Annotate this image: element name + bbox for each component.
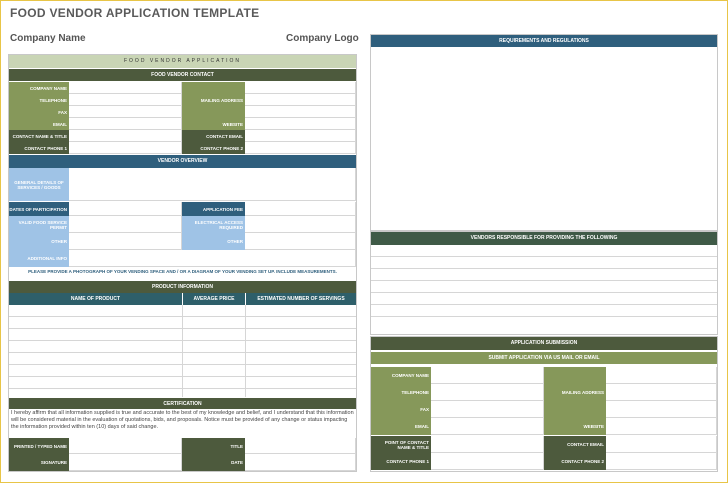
submission-heading: APPLICATION SUBMISSION (371, 337, 717, 350)
signature-label: SIGNATURE (9, 454, 69, 471)
contact-name-title-field[interactable] (69, 130, 182, 142)
contact-email-field[interactable] (69, 118, 182, 130)
contact-phone-2-label: CONTACT PHONE 2 (182, 142, 245, 154)
certification-text: I hereby affirm that all information sup… (11, 410, 354, 430)
food-service-field[interactable] (69, 216, 182, 233)
contact-website-field[interactable] (245, 118, 356, 130)
contact-phone-1-label: CONTACT PHONE 1 (9, 142, 69, 154)
page-title: FOOD VENDOR APPLICATION TEMPLATE (10, 6, 260, 20)
contact-website-label: WEBSITE (182, 118, 245, 130)
sub-email-label: EMAIL (371, 418, 431, 435)
sub-website-label: WEBSITE (544, 418, 606, 435)
photo-note: PLEASE PROVIDE A PHOTOGRAPH OF YOUR VEND… (28, 269, 337, 274)
printed-name-field[interactable] (69, 438, 182, 454)
certification-heading: CERTIFICATION (9, 398, 356, 409)
submission-subheading: SUBMIT APPLICATION VIA US MAIL OR EMAIL (371, 352, 717, 364)
contact-phone-2-field[interactable] (245, 142, 356, 154)
sub-contact-phone-1-label: CONTACT PHONE 1 (371, 453, 431, 470)
title-field[interactable] (245, 438, 356, 454)
signature-field[interactable] (69, 454, 182, 471)
contact-heading: FOOD VENDOR CONTACT (9, 69, 356, 81)
col-product-name: NAME OF PRODUCT (9, 293, 182, 305)
title-label: TITLE (182, 438, 245, 454)
sub-telephone-field[interactable] (431, 384, 544, 401)
requirements-field[interactable] (371, 47, 717, 230)
company-logo: Company Logo (286, 33, 359, 44)
sub-telephone-label: TELEPHONE (371, 384, 431, 401)
vendors-responsible-list[interactable] (371, 245, 717, 334)
contact-mailing-field-1[interactable] (245, 82, 356, 94)
contact-telephone-field[interactable] (69, 94, 182, 106)
contact-telephone-label: TELEPHONE (9, 94, 69, 106)
contact-email-field-2[interactable] (245, 130, 356, 142)
sub-fax-field[interactable] (431, 401, 544, 418)
sub-contact-phone-2-field[interactable] (606, 453, 717, 470)
contact-mailing-field-2[interactable] (245, 94, 356, 106)
sub-company-name-field[interactable] (431, 367, 544, 384)
contact-email-label: EMAIL (9, 118, 69, 130)
application-fee-label: APPLICATION FEE (182, 202, 245, 216)
contact-company-name-field[interactable] (69, 82, 182, 94)
form-banner: FOOD VENDOR APPLICATION (9, 55, 356, 68)
sub-mailing-field-1[interactable] (606, 367, 717, 384)
electrical-label: ELECTRICAL ACCESS REQUIRED (182, 216, 245, 233)
food-service-label: VALID FOOD SERVICE PERMIT (9, 216, 69, 233)
dates-field[interactable] (69, 202, 182, 216)
contact-mailing-field-3[interactable] (245, 106, 356, 118)
contact-company-name-label: COMPANY NAME (9, 82, 69, 94)
contact-fax-label: FAX (9, 106, 69, 118)
dates-label: DATES OF PARTICIPATION (9, 202, 69, 216)
sub-fax-label: FAX (371, 401, 431, 418)
date-label: DATE (182, 454, 245, 471)
application-form: FOOD VENDOR APPLICATION FOOD VENDOR CONT… (8, 54, 357, 472)
col-average-price: AVERAGE PRICE (183, 293, 245, 305)
additional-info-field[interactable] (69, 250, 356, 267)
sub-contact-phone-2-label: CONTACT PHONE 2 (544, 453, 606, 470)
additional-info-label: ADDITIONAL INFO (9, 250, 69, 267)
sub-contact-phone-1-field[interactable] (431, 453, 544, 470)
sub-contact-email-label: CONTACT EMAIL (544, 436, 606, 453)
other-right-field[interactable] (245, 233, 356, 250)
product-heading: PRODUCT INFORMATION (9, 281, 356, 293)
sub-mailing-address-label: MAILING ADDRESS (544, 367, 606, 418)
submission-panel: APPLICATION SUBMISSION SUBMIT APPLICATIO… (370, 336, 718, 472)
sub-website-field[interactable] (606, 418, 717, 435)
vendors-responsible-panel: VENDORS RESPONSIBLE FOR PROVIDING THE FO… (370, 231, 718, 335)
sub-contact-email-field[interactable] (606, 436, 717, 453)
vendors-responsible-heading: VENDORS RESPONSIBLE FOR PROVIDING THE FO… (371, 232, 717, 245)
product-table-body[interactable] (9, 305, 356, 397)
application-fee-field[interactable] (245, 202, 356, 216)
sub-point-of-contact-label: POINT OF CONTACT NAME & TITLE (371, 436, 431, 453)
overview-heading: VENDOR OVERVIEW (9, 155, 356, 168)
contact-mailing-address-label: MAILING ADDRESS (182, 82, 245, 118)
electrical-field[interactable] (245, 216, 356, 233)
contact-name-title-label: CONTACT NAME & TITLE (9, 130, 69, 142)
sub-mailing-field-3[interactable] (606, 401, 717, 418)
col-servings: ESTIMATED NUMBER OF SERVINGS (246, 293, 356, 305)
company-name: Company Name (10, 33, 86, 44)
other-right-label: OTHER (182, 233, 245, 250)
date-field[interactable] (245, 454, 356, 471)
other-left-field[interactable] (69, 233, 182, 250)
general-details-label: GENERAL DETAILS OF SERVICES / GOODS (9, 168, 69, 201)
contact-phone-1-field[interactable] (69, 142, 182, 154)
requirements-panel: REQUIREMENTS AND REGULATIONS (370, 34, 718, 231)
sub-mailing-field-2[interactable] (606, 384, 717, 401)
sub-email-field[interactable] (431, 418, 544, 435)
printed-name-label: PRINTED / TYPED NAME (9, 438, 69, 454)
sub-company-name-label: COMPANY NAME (371, 367, 431, 384)
sub-point-of-contact-field[interactable] (431, 436, 544, 453)
other-left-label: OTHER (9, 233, 69, 250)
requirements-heading: REQUIREMENTS AND REGULATIONS (371, 35, 717, 47)
general-details-field[interactable] (69, 168, 356, 201)
contact-fax-field[interactable] (69, 106, 182, 118)
contact-email-label-2: CONTACT EMAIL (182, 130, 245, 142)
